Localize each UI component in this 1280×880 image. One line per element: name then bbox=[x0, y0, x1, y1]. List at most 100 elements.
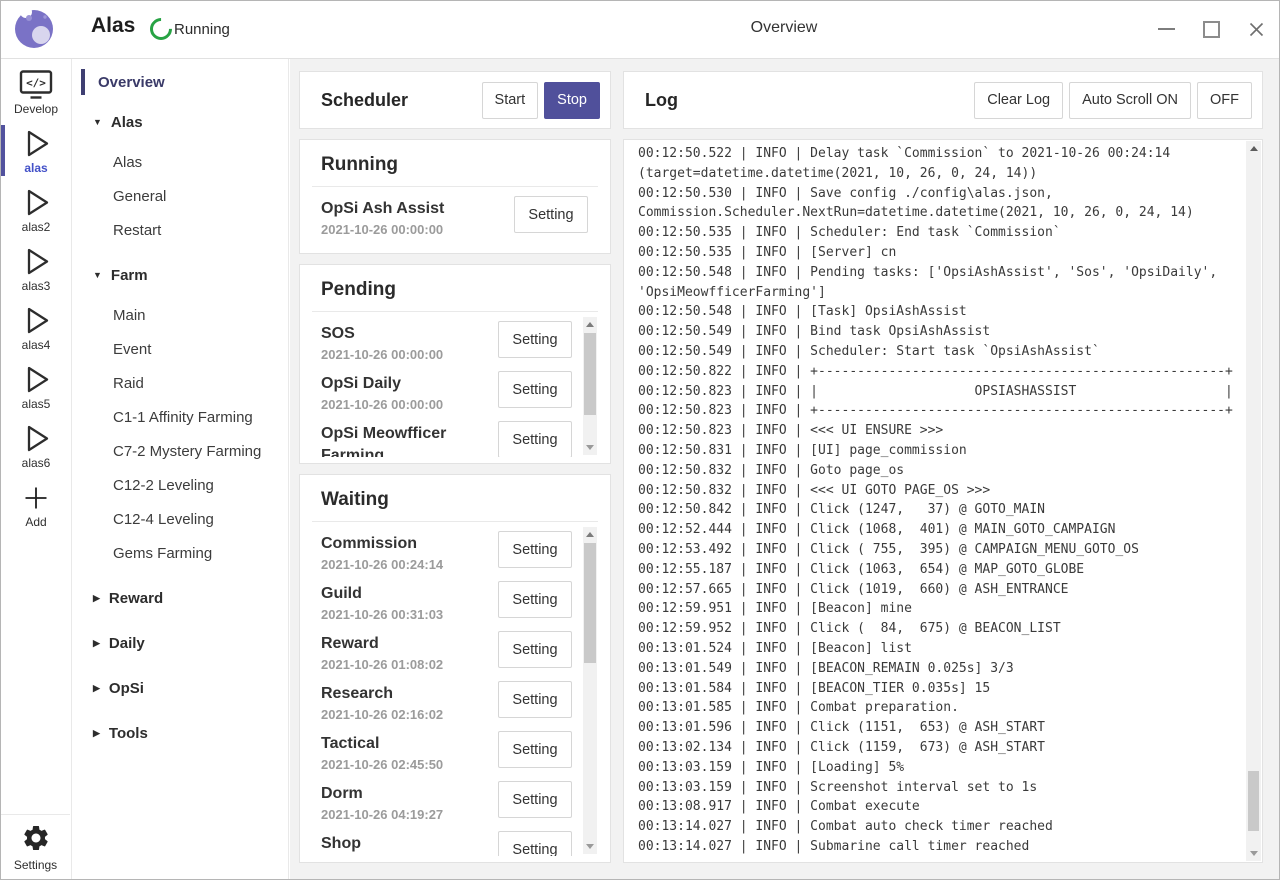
code-monitor-icon: </> bbox=[18, 68, 54, 102]
rail-item-alas2[interactable]: alas2 bbox=[1, 183, 71, 236]
clear-log-button[interactable]: Clear Log bbox=[974, 82, 1063, 119]
close-button[interactable] bbox=[1247, 20, 1265, 38]
divider bbox=[312, 186, 598, 187]
nav-group-farm[interactable]: ▼Farm bbox=[72, 258, 288, 292]
title-bar: Alas Running Overview bbox=[1, 1, 1279, 59]
log-panel[interactable]: 00:12:50.522 | INFO | Delay task `Commis… bbox=[623, 139, 1263, 863]
rail-item-develop[interactable]: </>Develop bbox=[1, 65, 71, 118]
rail-item-alas3[interactable]: alas3 bbox=[1, 242, 71, 295]
scrollbar-thumb[interactable] bbox=[584, 333, 596, 415]
chevron-down-icon: ▼ bbox=[93, 117, 102, 127]
rail-item-alas5[interactable]: alas5 bbox=[1, 360, 71, 413]
running-task-list: OpSi Ash Assist2021-10-26 00:00:00Settin… bbox=[300, 196, 610, 247]
play-icon bbox=[19, 245, 53, 279]
nav-item-gems-farming[interactable]: Gems Farming bbox=[72, 536, 288, 570]
rail-items: </>Develop alas alas2 alas3 alas4 alas5 alas6 A… bbox=[1, 59, 71, 537]
nav-item-overview[interactable]: Overview bbox=[72, 65, 288, 99]
svg-text:</>: </> bbox=[26, 77, 46, 90]
chevron-right-icon: ▶ bbox=[93, 683, 100, 694]
task-name: OpSi Meowfficer Farming bbox=[321, 423, 506, 457]
settings-button[interactable]: Settings bbox=[1, 814, 70, 879]
nav-group-label: Reward bbox=[109, 590, 163, 607]
play-icon bbox=[19, 363, 53, 397]
auto-scroll-on-button[interactable]: Auto Scroll ON bbox=[1069, 82, 1191, 119]
rail-item-label: alas2 bbox=[22, 220, 51, 234]
task-name: Reward bbox=[321, 633, 506, 655]
stop-button[interactable]: Stop bbox=[544, 82, 600, 119]
scrollbar-thumb[interactable] bbox=[584, 543, 596, 663]
minimize-button[interactable] bbox=[1157, 20, 1175, 38]
pending-scrollbar[interactable] bbox=[583, 317, 597, 455]
task-row: Guild2021-10-26 00:31:03Setting bbox=[300, 581, 580, 631]
divider bbox=[312, 311, 598, 312]
auto-scroll-off-button[interactable]: OFF bbox=[1197, 82, 1252, 119]
task-setting-button[interactable]: Setting bbox=[498, 781, 572, 818]
task-setting-button[interactable]: Setting bbox=[514, 196, 588, 233]
task-name: Research bbox=[321, 683, 506, 705]
scroll-down-icon[interactable] bbox=[583, 839, 597, 854]
task-row: Dorm2021-10-26 04:19:27Setting bbox=[300, 781, 580, 831]
task-name: Shop bbox=[321, 833, 506, 855]
log-output: 00:12:50.522 | INFO | Delay task `Commis… bbox=[638, 144, 1242, 857]
nav-menu: Overview▼AlasAlasGeneralRestart▼FarmMain… bbox=[72, 59, 289, 879]
rail-item-alas6[interactable]: alas6 bbox=[1, 419, 71, 472]
task-setting-button[interactable]: Setting bbox=[498, 531, 572, 568]
nav-item-c12-2-leveling[interactable]: C12-2 Leveling bbox=[72, 468, 288, 502]
task-setting-button[interactable]: Setting bbox=[498, 421, 572, 457]
status-label: Running bbox=[174, 21, 230, 38]
scroll-down-icon[interactable] bbox=[583, 440, 597, 455]
task-setting-button[interactable]: Setting bbox=[498, 321, 572, 358]
nav-item-main[interactable]: Main bbox=[72, 298, 288, 332]
task-row: Tactical2021-10-26 02:45:50Setting bbox=[300, 731, 580, 781]
log-scrollbar[interactable] bbox=[1246, 141, 1261, 861]
task-row: OpSi Meowfficer FarmingSetting bbox=[300, 421, 580, 457]
rail-item-alas4[interactable]: alas4 bbox=[1, 301, 71, 354]
pending-title: Pending bbox=[300, 265, 610, 303]
nav-item-event[interactable]: Event bbox=[72, 332, 288, 366]
scroll-down-icon[interactable] bbox=[1246, 846, 1261, 861]
nav-item-raid[interactable]: Raid bbox=[72, 366, 288, 400]
start-button[interactable]: Start bbox=[482, 82, 539, 119]
play-icon bbox=[19, 304, 53, 338]
scrollbar-thumb[interactable] bbox=[1248, 771, 1259, 831]
minimize-icon bbox=[1158, 28, 1175, 30]
content-area: Scheduler Start Stop Running OpSi Ash As… bbox=[290, 59, 1279, 879]
task-name: Commission bbox=[321, 533, 506, 555]
nav-group-reward[interactable]: ▶ Reward bbox=[72, 581, 288, 615]
instance-rail: </>Develop alas alas2 alas3 alas4 alas5 alas6 A… bbox=[1, 59, 72, 879]
nav-group-daily[interactable]: ▶Daily bbox=[72, 626, 288, 660]
task-name: SOS bbox=[321, 323, 506, 345]
scroll-up-icon[interactable] bbox=[583, 317, 597, 332]
task-setting-button[interactable]: Setting bbox=[498, 731, 572, 768]
maximize-button[interactable] bbox=[1202, 20, 1220, 38]
nav-group-opsi[interactable]: ▶OpSi bbox=[72, 671, 288, 705]
nav-item-c12-4-leveling[interactable]: C12-4 Leveling bbox=[72, 502, 288, 536]
task-setting-button[interactable]: Setting bbox=[498, 371, 572, 408]
rail-item-add[interactable]: Add bbox=[1, 478, 71, 531]
task-setting-button[interactable]: Setting bbox=[498, 831, 572, 856]
task-setting-button[interactable]: Setting bbox=[498, 631, 572, 668]
nav-item-c7-2-mystery-farming[interactable]: C7-2 Mystery Farming bbox=[72, 434, 288, 468]
nav-item-c1-1-affinity-farming[interactable]: C1-1 Affinity Farming bbox=[72, 400, 288, 434]
nav-group-label: Alas bbox=[111, 114, 143, 131]
chevron-right-icon: ▶ bbox=[93, 728, 100, 739]
task-name: OpSi Ash Assist bbox=[321, 198, 506, 220]
scroll-up-icon[interactable] bbox=[583, 527, 597, 542]
divider bbox=[312, 521, 598, 522]
nav-item-general[interactable]: General bbox=[72, 179, 288, 213]
nav-group-tools[interactable]: ▶Tools bbox=[72, 716, 288, 750]
play-icon bbox=[19, 186, 53, 220]
running-spinner-icon bbox=[145, 13, 176, 44]
waiting-scrollbar[interactable] bbox=[583, 527, 597, 854]
chevron-right-icon: ▶ bbox=[93, 593, 100, 604]
app-title: Alas bbox=[91, 14, 135, 38]
rail-item-alas[interactable]: alas bbox=[1, 124, 71, 177]
nav-item-restart[interactable]: Restart bbox=[72, 213, 288, 247]
task-name: OpSi Daily bbox=[321, 373, 506, 395]
task-setting-button[interactable]: Setting bbox=[498, 581, 572, 618]
task-row: SOS2021-10-26 00:00:00Setting bbox=[300, 321, 580, 371]
nav-item-alas[interactable]: Alas bbox=[72, 145, 288, 179]
nav-group-alas[interactable]: ▼ Alas bbox=[72, 105, 288, 139]
scroll-up-icon[interactable] bbox=[1246, 141, 1261, 156]
task-setting-button[interactable]: Setting bbox=[498, 681, 572, 718]
